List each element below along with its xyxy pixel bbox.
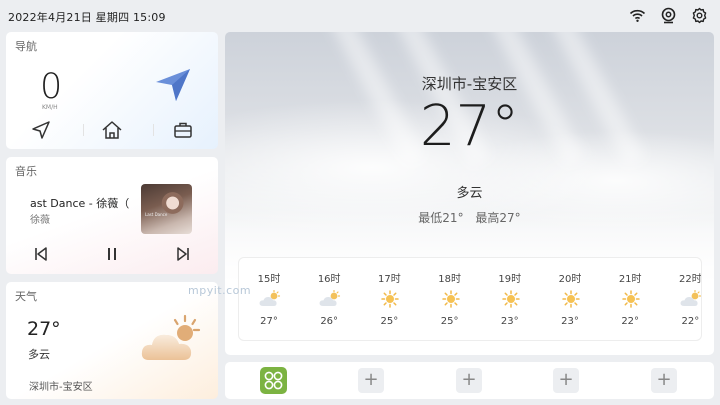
previous-icon[interactable] xyxy=(30,243,52,265)
music-card-title: 音乐 xyxy=(15,165,37,178)
pause-icon[interactable] xyxy=(101,243,123,265)
watermark: mpyit.com xyxy=(188,284,252,297)
speed-unit: KM/H xyxy=(42,104,58,111)
sunny-icon xyxy=(500,290,522,308)
forecast-hour-item: 19时 23° xyxy=(492,258,528,340)
webcam-icon[interactable] xyxy=(660,7,677,24)
temperature-range: 最低21° 最高27° xyxy=(225,209,714,226)
weather-condition: 多云 xyxy=(456,186,483,201)
main-weather-panel: 深圳市-宝安区 27° 多云 最低21° 最高27° 15时 27° 16时 26° 1… xyxy=(225,32,714,355)
add-app-button[interactable]: + xyxy=(456,368,482,393)
forecast-hour-item: 15时 27° xyxy=(251,258,287,340)
forecast-hour-item: 16时 26° xyxy=(311,258,347,340)
forecast-hour-item: 20时 23° xyxy=(552,258,588,340)
navigation-card-title: 导航 xyxy=(15,40,37,53)
add-app-button[interactable]: + xyxy=(358,368,384,393)
forecast-hour-temp: 27° xyxy=(260,316,278,327)
album-cover[interactable]: Last Dance xyxy=(141,184,192,234)
sunny-icon xyxy=(440,290,462,308)
song-title: ast Dance - 徐薇（ xyxy=(30,197,130,210)
app-launcher-icon[interactable] xyxy=(260,367,287,394)
next-icon[interactable] xyxy=(172,243,194,265)
forecast-hour-temp: 25° xyxy=(380,316,399,327)
navigate-icon[interactable] xyxy=(30,119,52,141)
album-caption: Last Dance xyxy=(145,212,168,217)
low-temperature: 最低21° xyxy=(418,211,464,225)
wifi-icon[interactable] xyxy=(629,7,646,24)
forecast-hour-time: 22时 xyxy=(679,274,702,285)
partly-cloudy-icon xyxy=(680,289,701,308)
location-label: 深圳市-宝安区 xyxy=(421,75,518,93)
forecast-hour-time: 17时 xyxy=(378,274,401,285)
hourly-forecast[interactable]: 15时 27° 16时 26° 17时 25° 18时 25° 19时 23° 20时 23° 21时 2… xyxy=(238,257,702,341)
forecast-hour-temp: 23° xyxy=(500,316,519,327)
forecast-hour-time: 15时 xyxy=(257,274,281,285)
forecast-hour-temp: 22° xyxy=(621,316,640,327)
home-icon[interactable] xyxy=(101,119,123,141)
navigation-card[interactable]: 导航 0 KM/H xyxy=(6,32,218,149)
settings-icon[interactable] xyxy=(691,7,708,24)
forecast-hour-item: 21时 22° xyxy=(612,258,648,340)
weather-card-title: 天气 xyxy=(15,290,37,303)
status-datetime: 2022年4月21日 星期四 15:09 xyxy=(8,11,166,24)
forecast-hour-temp: 25° xyxy=(440,316,459,327)
forecast-hour-temp: 22° xyxy=(681,316,700,327)
forecast-hour-time: 20时 xyxy=(558,274,582,285)
forecast-hour-time: 19时 xyxy=(498,274,522,285)
music-card[interactable]: 音乐 ast Dance - 徐薇（ 徐薇 Last Dance xyxy=(6,157,218,274)
navigation-arrow-icon xyxy=(152,66,194,104)
sunny-icon xyxy=(379,290,401,308)
forecast-hour-time: 16时 xyxy=(317,274,341,285)
artist-name: 徐薇 xyxy=(30,215,50,226)
forecast-hour-item: 18时 25° xyxy=(432,258,468,340)
forecast-hour-item: 17时 25° xyxy=(371,258,407,340)
current-temperature: 27° xyxy=(419,94,520,159)
partly-cloudy-icon xyxy=(259,289,281,308)
weather-card-temp: 27° xyxy=(27,318,61,340)
forecast-hour-time: 21时 xyxy=(618,274,642,285)
weather-card[interactable]: 天气 27° 多云 深圳市-宝安区 xyxy=(6,282,218,399)
add-app-button[interactable]: + xyxy=(651,368,677,393)
high-temperature: 最高27° xyxy=(475,211,521,225)
forecast-hour-temp: 23° xyxy=(561,316,579,327)
app-dock: + + + + xyxy=(225,362,714,399)
partly-cloudy-icon xyxy=(319,289,341,308)
work-briefcase-icon[interactable] xyxy=(172,119,194,141)
forecast-hour-temp: 26° xyxy=(320,316,339,327)
add-app-button[interactable]: + xyxy=(553,368,579,393)
sunny-icon xyxy=(560,290,582,308)
speed-value: 0 xyxy=(40,67,63,107)
status-bar: 2022年4月21日 星期四 15:09 xyxy=(0,0,720,30)
partly-cloudy-icon xyxy=(139,314,203,366)
forecast-hour-time: 18时 xyxy=(438,274,461,285)
forecast-hour-item: 22时 22° xyxy=(672,258,702,340)
weather-card-location: 深圳市-宝安区 xyxy=(29,382,93,393)
weather-card-condition: 多云 xyxy=(28,348,50,361)
sunny-icon xyxy=(620,290,642,308)
